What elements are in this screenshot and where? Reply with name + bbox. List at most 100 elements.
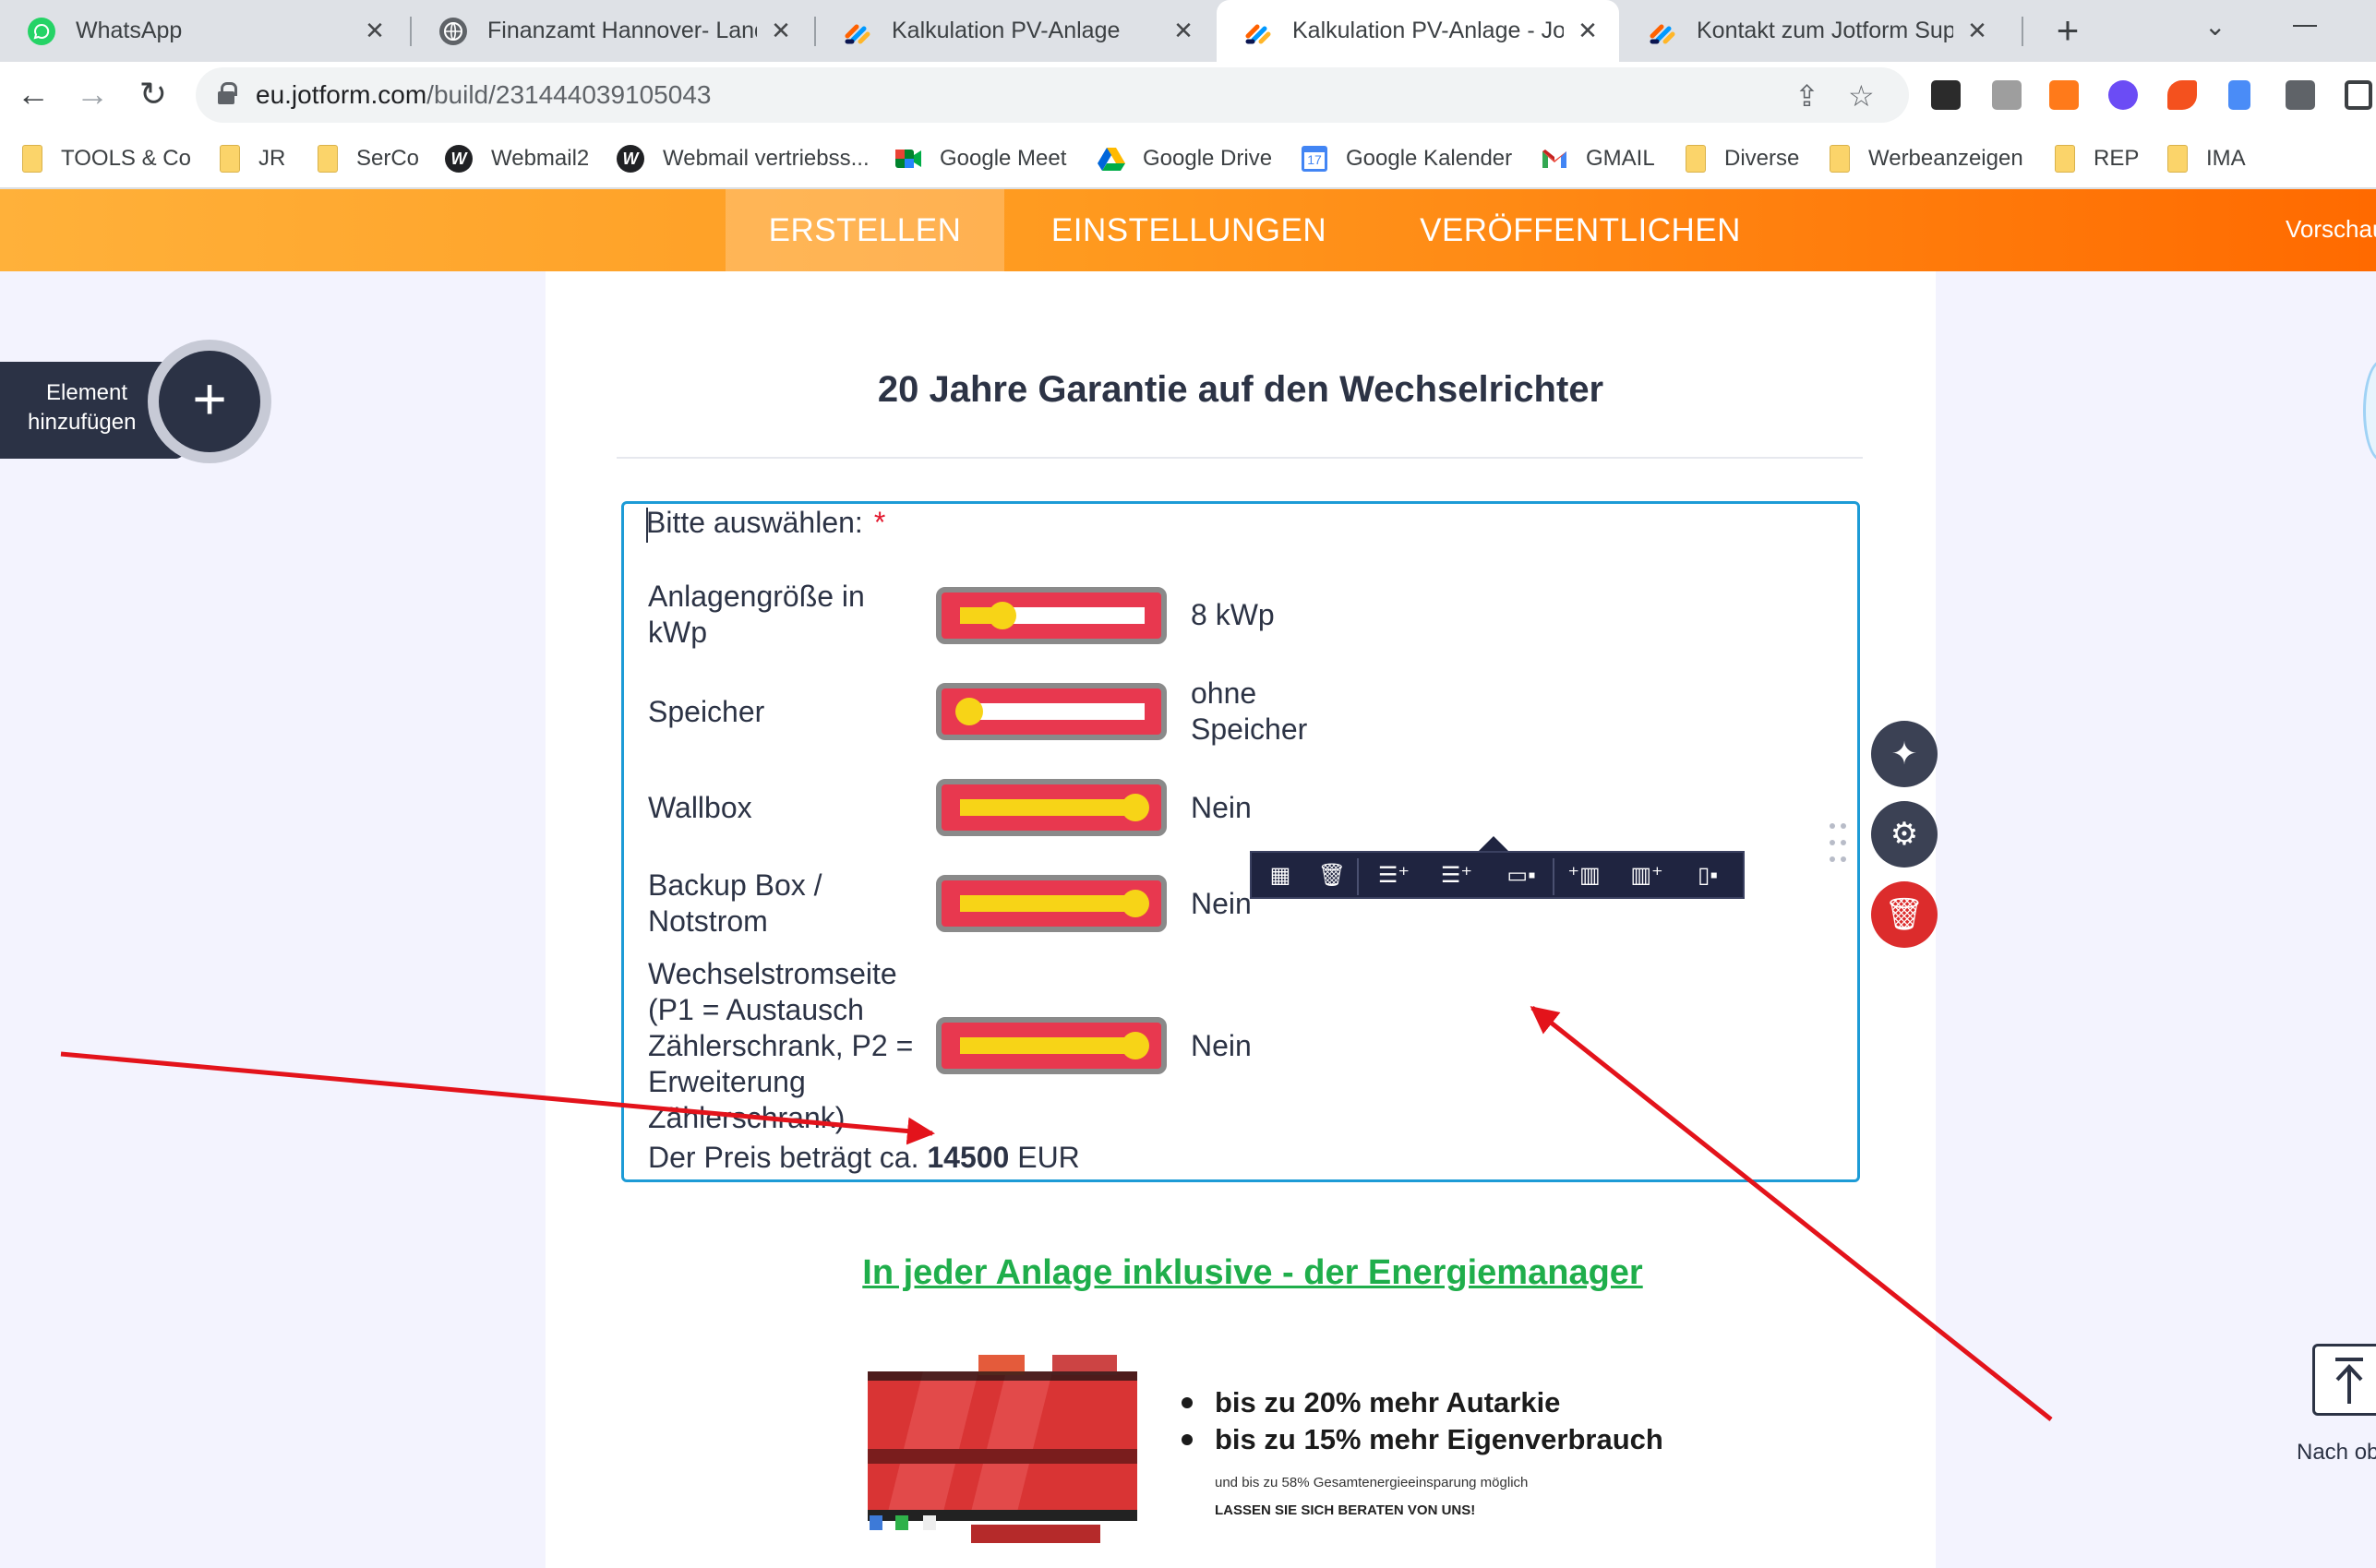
tab-erstellen[interactable]: ERSTELLEN [726,189,1004,271]
globe-icon [439,17,467,45]
reload-icon[interactable]: ↻ [131,73,175,117]
row-label-anlagengroesse: Anlagengröße in kWp [648,580,865,649]
row-value-backup-box: Nein [1191,887,1252,920]
tab-title: Kalkulation PV-Anlage - Jotform [1292,18,1564,43]
back-to-top-button[interactable] [2312,1344,2376,1416]
bookmark-label: Google Drive [1143,146,1273,171]
close-icon[interactable]: ✕ [1575,17,1601,45]
slider-knob[interactable] [955,698,983,725]
trash-icon[interactable]: 🗑 [1316,862,1348,890]
extension-fox-icon[interactable] [2167,80,2197,110]
new-tab-button[interactable]: + [2046,9,2090,54]
bookmark-label: IMA [2206,146,2246,171]
tab-finanzamt[interactable]: Finanzamt Hannover- Land 1 ✕ [412,0,812,62]
preview-toggle[interactable]: Vorschau [2286,215,2376,244]
puzzle-icon[interactable] [2286,80,2315,110]
lock-icon [218,82,237,104]
bookmark-google-meet[interactable]: Google Meet [894,142,1066,175]
bookmark-google-drive[interactable]: Google Drive [1097,142,1272,175]
bookmark-werbeanzeigen[interactable]: Werbeanzeigen [1830,142,2023,175]
bookmark-google-kalender[interactable]: 17 Google Kalender [1302,142,1512,175]
divider [617,457,1863,459]
slider-fill [960,799,1135,816]
bookmark-label: Google Kalender [1346,146,1513,171]
forward-arrow-icon[interactable]: → [70,73,114,117]
plus-icon[interactable]: + [159,351,260,452]
delete-row-icon[interactable]: ▭▪ [1501,862,1542,890]
tab-kalkulation-1[interactable]: Kalkulation PV-Anlage ✕ [816,0,1215,62]
add-row-below-icon[interactable]: ☰⁺ [1436,862,1477,890]
jotform-header: ERSTELLEN EINSTELLUNGEN VERÖFFENTLICHEN … [0,189,2376,271]
bookmark-label: Google Meet [940,146,1067,171]
magic-wand-icon[interactable]: ✦ [1871,721,1938,787]
bookmark-diverse[interactable]: Diverse [1686,142,1799,175]
tab-kalkulation-active[interactable]: Kalkulation PV-Anlage - Jotform ✕ [1217,0,1619,62]
slider-anlagengroesse[interactable] [936,587,1167,644]
trash-icon[interactable]: 🗑 [1871,881,1938,948]
slider-backup-box[interactable] [936,875,1167,932]
share-icon[interactable]: ⇪ [1794,78,1819,114]
bookmark-label: REP [2094,146,2140,171]
tab-whatsapp[interactable]: WhatsApp ✕ [0,0,406,62]
row-label-wechselstromseite: Wechselstromseite (P1 = Austausch Zähler… [648,957,914,1134]
required-asterisk: * [873,506,886,539]
bookmark-jr[interactable]: JR [220,142,285,175]
back-arrow-icon[interactable]: ← [11,73,55,117]
bookmark-webmail-vertrieb[interactable]: W Webmail vertriebss... [617,142,870,175]
add-row-above-icon[interactable]: ☰⁺ [1374,862,1414,890]
calendar-icon: 17 [1302,146,1327,172]
webmail-icon: W [445,145,473,173]
field-label[interactable]: Bitte auswählen: * [646,506,885,540]
bookmark-serco[interactable]: SerCo [318,142,419,175]
slider-wallbox[interactable] [936,779,1167,836]
price-line: Der Preis beträgt ca. 14500 EUR [648,1141,1080,1175]
energy-manager-device-image [868,1355,1137,1543]
chevron-down-icon[interactable]: ⌄ [2204,11,2226,42]
add-column-right-icon[interactable]: ▥⁺ [1626,862,1667,890]
extension-hubspot-icon[interactable] [2049,80,2079,110]
slider-knob[interactable] [1122,1032,1149,1059]
slider-wechselstromseite[interactable] [936,1017,1167,1074]
url-text: eu.jotform.com/build/231444039105043 [256,80,712,109]
bookmark-rep[interactable]: REP [2055,142,2139,175]
bookmark-label: JR [258,146,286,171]
bookmark-label: GMAIL [1586,146,1655,171]
close-icon[interactable]: ✕ [768,17,794,45]
bookmark-label: Werbeanzeigen [1868,146,2023,171]
slider-knob[interactable] [1122,794,1149,821]
bookmark-gmail[interactable]: GMAIL [1540,142,1655,175]
bookmarks-bar: TOOLS & Co JR SerCo W Webmail2 W Webmail v… [0,129,2376,188]
table-grid-icon[interactable]: ▦ [1265,862,1296,890]
add-column-left-icon[interactable]: ⁺▥ [1564,862,1604,890]
tab-jotform-support[interactable]: Kontakt zum Jotform Support ✕ [1621,0,2009,62]
delete-column-icon[interactable]: ▯▪ [1687,862,1728,890]
bookmark-webmail2[interactable]: W Webmail2 [445,142,589,175]
close-icon[interactable]: ✕ [1170,17,1196,45]
bookmark-label: Webmail vertriebss... [663,146,870,171]
bookmark-tools[interactable]: TOOLS & Co [22,142,191,175]
tab-einstellungen[interactable]: EINSTELLUNGEN [1025,189,1353,271]
minimize-icon[interactable] [2293,25,2317,27]
close-icon[interactable]: ✕ [362,17,388,45]
bookmark-ima[interactable]: IMA [2167,142,2246,175]
extension-code-icon[interactable] [1992,80,2022,110]
row-value-speicher: ohne Speicher [1191,676,1308,746]
energy-manager-heading: In jeder Anlage inklusive - der Energiem… [862,1253,1643,1292]
extension-doc-icon[interactable] [2228,80,2250,110]
slider-knob[interactable] [1122,890,1149,917]
bookmark-label: SerCo [356,146,420,171]
close-icon[interactable]: ✕ [1964,17,1990,45]
extension-spark-icon[interactable] [2108,80,2138,110]
address-bar[interactable]: eu.jotform.com/build/231444039105043 ⇪ ☆ [196,67,1909,123]
slider-speicher[interactable] [936,683,1167,740]
drag-handle-icon[interactable] [1830,823,1848,864]
folder-icon [1686,145,1706,173]
tab-veroeffentlichen[interactable]: VERÖFFENTLICHEN [1403,189,1758,271]
slider-knob[interactable] [989,602,1016,629]
price-prefix: Der Preis beträgt ca. [648,1141,919,1174]
gear-icon[interactable]: ⚙ [1871,801,1938,868]
sidepanel-icon[interactable] [2345,80,2372,110]
field-label-text: Bitte auswählen: [646,506,863,539]
extension-dots-icon[interactable] [1931,80,1961,110]
star-icon[interactable]: ☆ [1848,78,1875,114]
